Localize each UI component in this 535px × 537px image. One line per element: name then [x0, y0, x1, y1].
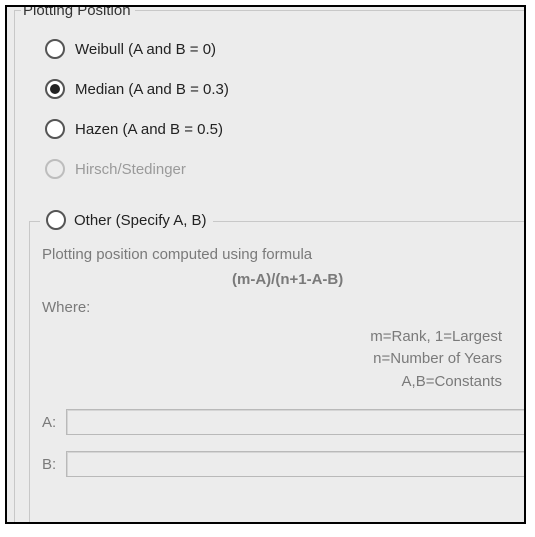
a-input[interactable] — [66, 409, 526, 435]
plotting-position-fieldset: Plotting Position Weibull (A and B = 0) … — [14, 10, 526, 524]
var-ab: A,B=Constants — [42, 371, 502, 394]
radio-row-other[interactable]: Other (Specify A, B) — [40, 210, 213, 230]
variable-definitions: m=Rank, 1=Largest n=Number of Years A,B=… — [42, 326, 502, 394]
var-n: n=Number of Years — [42, 348, 502, 371]
radio-icon — [45, 159, 65, 179]
radio-row-hirsch: Hirsch/Stedinger — [45, 149, 526, 189]
b-label: B: — [42, 456, 66, 473]
input-row-a: A: — [42, 409, 526, 435]
var-m: m=Rank, 1=Largest — [42, 326, 502, 349]
radio-icon[interactable] — [45, 79, 65, 99]
radio-row-median[interactable]: Median (A and B = 0.3) — [45, 69, 526, 109]
other-group: Other (Specify A, B) Plotting position c… — [29, 221, 526, 524]
radio-icon[interactable] — [45, 39, 65, 59]
radio-icon[interactable] — [46, 210, 66, 230]
radio-row-weibull[interactable]: Weibull (A and B = 0) — [45, 29, 526, 69]
radio-icon[interactable] — [45, 119, 65, 139]
radio-label-weibull: Weibull (A and B = 0) — [75, 41, 216, 58]
where-label: Where: — [42, 297, 526, 320]
fieldset-legend: Plotting Position — [21, 5, 135, 19]
other-description: Plotting position computed using formula… — [42, 244, 526, 393]
dialog-frame: Plotting Position Weibull (A and B = 0) … — [5, 5, 526, 524]
formula-intro: Plotting position computed using formula — [42, 246, 312, 263]
formula-text: (m-A)/(n+1-A-B) — [232, 269, 526, 292]
radio-label-median: Median (A and B = 0.3) — [75, 81, 229, 98]
radio-label-hirsch: Hirsch/Stedinger — [75, 161, 186, 178]
input-row-b: B: — [42, 451, 526, 477]
b-input[interactable] — [66, 451, 526, 477]
radio-row-hazen[interactable]: Hazen (A and B = 0.5) — [45, 109, 526, 149]
radio-label-other: Other (Specify A, B) — [74, 212, 207, 229]
radio-label-hazen: Hazen (A and B = 0.5) — [75, 121, 223, 138]
a-label: A: — [42, 414, 66, 431]
